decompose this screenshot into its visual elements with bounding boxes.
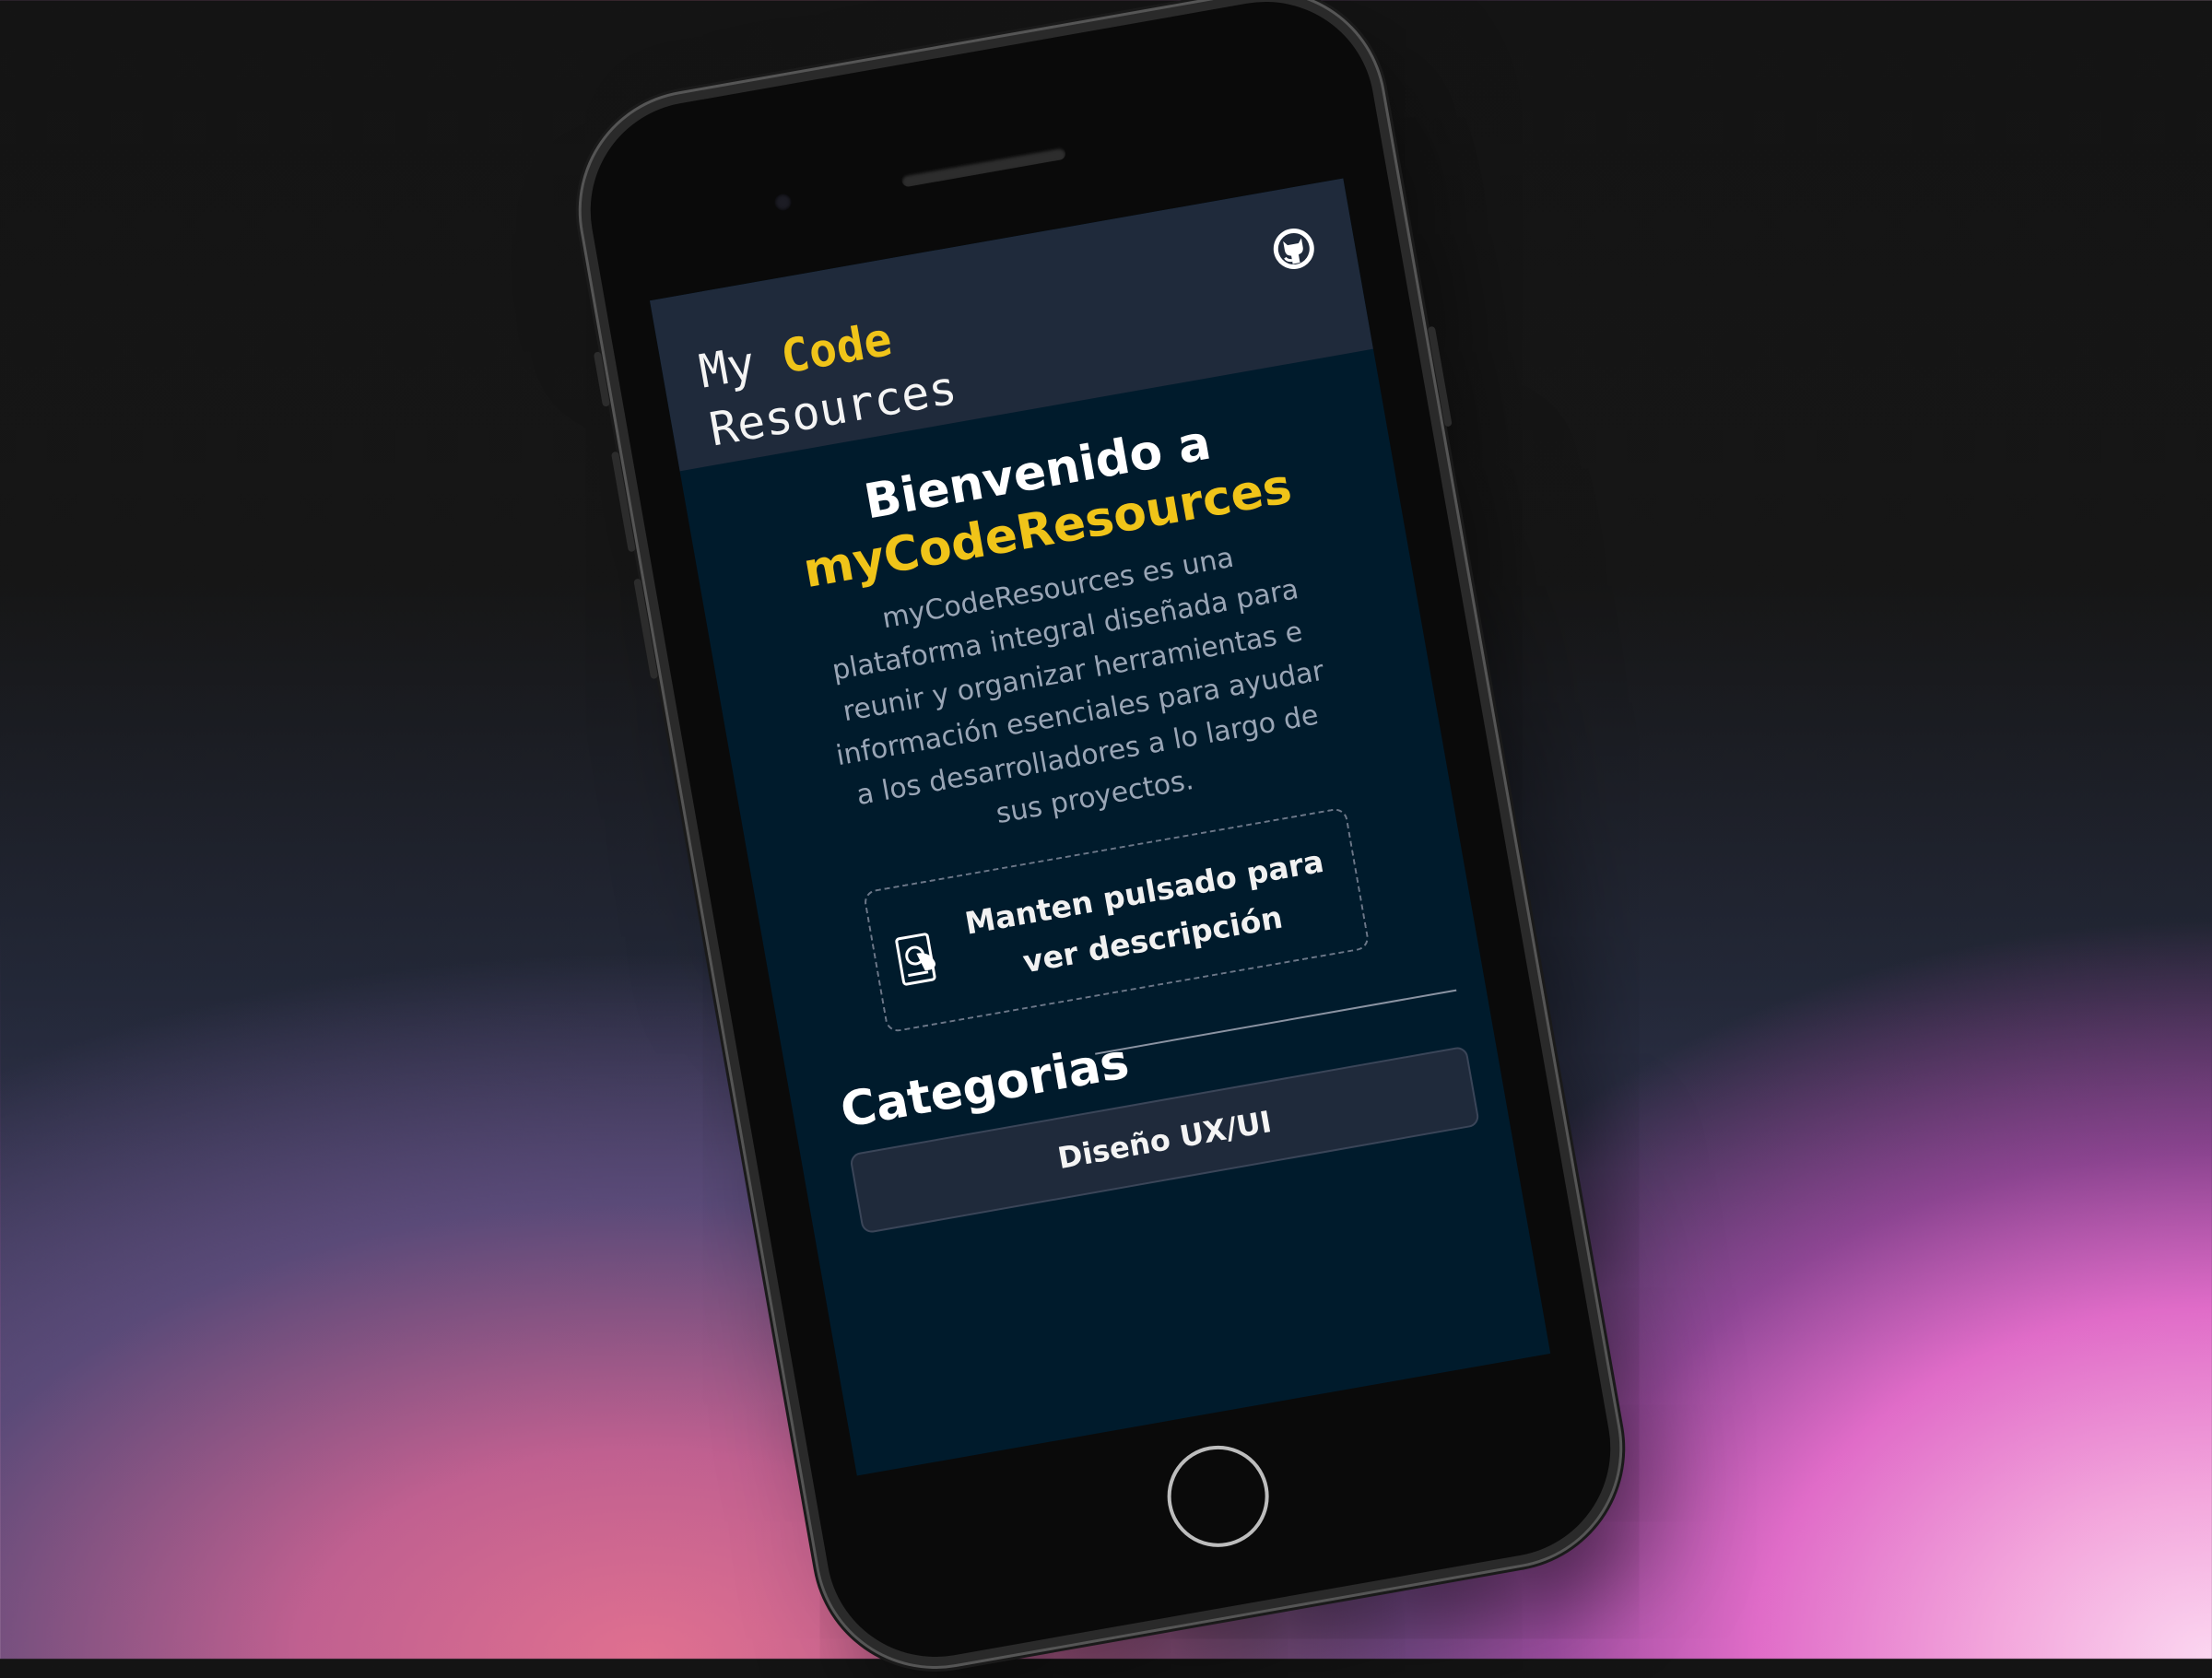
mute-switch bbox=[593, 351, 611, 407]
touch-hold-icon bbox=[893, 930, 944, 990]
categories-divider bbox=[1095, 989, 1457, 1055]
phone-screen: My Code Resources Bienvenido a myCodeRes… bbox=[649, 178, 1551, 1476]
volume-down-button bbox=[633, 578, 659, 680]
logo-word-my: My bbox=[695, 335, 759, 399]
phone-frame: My Code Resources Bienvenido a myCodeRes… bbox=[573, 0, 1628, 1674]
home-button[interactable] bbox=[1159, 1437, 1277, 1555]
power-button bbox=[1427, 325, 1453, 428]
earpiece-speaker bbox=[900, 146, 1067, 188]
long-press-hint-text: Manten pulsado para ver descripción bbox=[962, 842, 1327, 980]
github-icon[interactable] bbox=[1268, 223, 1320, 275]
volume-up-button bbox=[610, 451, 636, 553]
front-camera bbox=[773, 193, 794, 212]
